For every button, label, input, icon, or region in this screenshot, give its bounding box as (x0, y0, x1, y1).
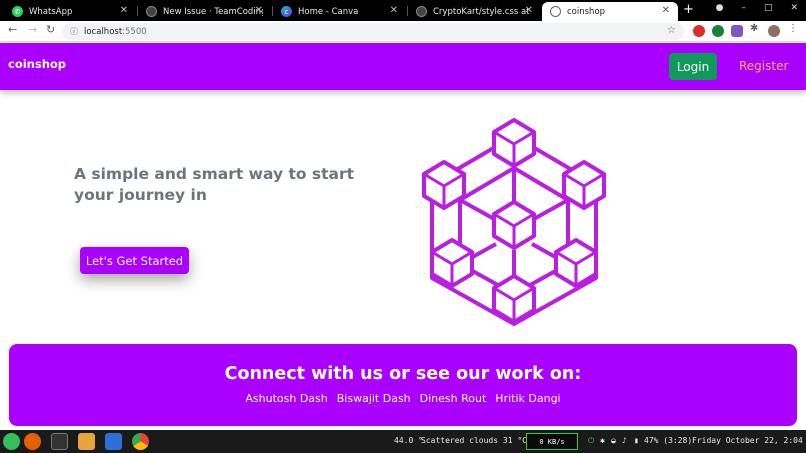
os-taskbar: 44.0 ° Scattered clouds 31 °C 0 KB/s ⏻ ✱… (0, 430, 806, 453)
tab-whatsapp[interactable]: ✆ WhatsApp ✕ (4, 2, 136, 21)
tab-new-issue[interactable]: New Issue · TeamCodingMo ✕ (138, 2, 271, 21)
brand-logo[interactable]: coinshop (8, 57, 66, 71)
browser-toolbar: ← → ↻ ⓘ localhost:5500 ☆ ✱ ⋮ (0, 21, 806, 42)
bluetooth-icon[interactable]: ✱ (600, 436, 605, 445)
team-link-hritik[interactable]: Hritik Dangi (495, 392, 560, 405)
tab-title: Home - Canva (298, 6, 359, 17)
firefox-icon[interactable] (24, 433, 41, 450)
start-menu-icon[interactable] (3, 433, 20, 450)
window-close-icon[interactable]: ✕ (790, 3, 798, 13)
team-link-ashutosh[interactable]: Ashutosh Dash (245, 392, 327, 405)
network-speed: 0 KB/s (526, 433, 578, 450)
tab-style-css[interactable]: CryptoKart/style.css at ma ✕ (408, 2, 541, 21)
volume-icon[interactable]: ♪ (622, 436, 627, 445)
github-icon (416, 6, 427, 17)
globe-icon (550, 6, 561, 17)
url-host: localhost (84, 26, 123, 37)
wifi-icon[interactable]: ◒ (611, 436, 616, 445)
tab-title: WhatsApp (29, 6, 73, 17)
forward-icon[interactable]: → (28, 23, 37, 36)
close-icon[interactable]: ✕ (255, 5, 263, 16)
tab-title: coinshop (567, 6, 606, 17)
avatar[interactable] (768, 25, 780, 37)
tab-canva[interactable]: c Home - Canva ✕ (273, 2, 406, 21)
menu-kebab-icon[interactable]: ⋮ (788, 23, 800, 35)
connect-section: Connect with us or see our work on: Ashu… (9, 344, 797, 426)
hero-tagline: A simple and smart way to start your jou… (74, 165, 355, 204)
team-links: Ashutosh Dash Biswajit Dash Dinesh Rout … (9, 392, 797, 405)
close-icon[interactable]: ✕ (120, 5, 128, 16)
extension-icon[interactable] (712, 25, 724, 37)
bookmark-star-icon[interactable]: ☆ (667, 25, 676, 36)
site-navbar: coinshop Login Register (0, 43, 806, 90)
back-icon[interactable]: ← (8, 23, 17, 36)
maximize-icon[interactable]: □ (764, 3, 773, 13)
tab-title: CryptoKart/style.css at ma (433, 6, 533, 17)
minimize-icon[interactable]: – (741, 3, 746, 13)
puzzle-icon[interactable]: ✱ (750, 23, 762, 35)
chrome-icon[interactable] (132, 433, 149, 450)
tab-coinshop[interactable]: coinshop ✕ (542, 2, 678, 21)
close-icon[interactable]: ✕ (525, 5, 533, 16)
site-info-icon[interactable]: ⓘ (70, 26, 78, 37)
extension-icon[interactable] (693, 25, 705, 37)
url-port: :5500 (122, 26, 147, 37)
blockchain-cubes-illustration (422, 118, 606, 326)
tab-search-icon[interactable]: ● (716, 3, 724, 13)
network-speed-value: 0 KB/s (539, 437, 565, 446)
new-tab-button[interactable]: + (683, 2, 694, 17)
battery-status: 47% (3:28) (644, 436, 693, 445)
window-controls: ● – □ ✕ (716, 3, 798, 13)
reload-icon[interactable]: ↻ (46, 23, 55, 36)
terminal-icon[interactable] (51, 433, 68, 450)
weather-status: Scattered clouds 31 °C (421, 436, 527, 445)
canva-icon: c (281, 6, 292, 17)
tab-title: New Issue · TeamCodingMo (163, 6, 263, 17)
folder-icon[interactable] (78, 433, 95, 450)
address-bar[interactable]: ⓘ localhost:5500 ☆ (62, 23, 684, 40)
whatsapp-icon: ✆ (12, 6, 23, 17)
browser-tab-strip: ✆ WhatsApp ✕ New Issue · TeamCodingMo ✕ … (0, 0, 806, 21)
extension-icon[interactable] (731, 25, 743, 37)
get-started-button[interactable]: Let's Get Started (80, 247, 189, 274)
team-link-dinesh[interactable]: Dinesh Rout (420, 392, 487, 405)
close-icon[interactable]: ✕ (662, 5, 670, 16)
vscode-icon[interactable] (105, 433, 122, 450)
close-icon[interactable]: ✕ (390, 5, 398, 16)
register-link[interactable]: Register (739, 59, 788, 73)
team-link-biswajit[interactable]: Biswajit Dash (337, 392, 411, 405)
battery-icon[interactable]: ▮ (634, 436, 639, 445)
cpu-temp: 44.0 ° (394, 436, 423, 445)
login-button[interactable]: Login (669, 53, 717, 80)
power-icon[interactable]: ⏻ (588, 436, 594, 446)
github-icon (146, 6, 157, 17)
clock[interactable]: Friday October 22, 2:04 PM (692, 436, 806, 445)
connect-heading: Connect with us or see our work on: (224, 364, 582, 384)
